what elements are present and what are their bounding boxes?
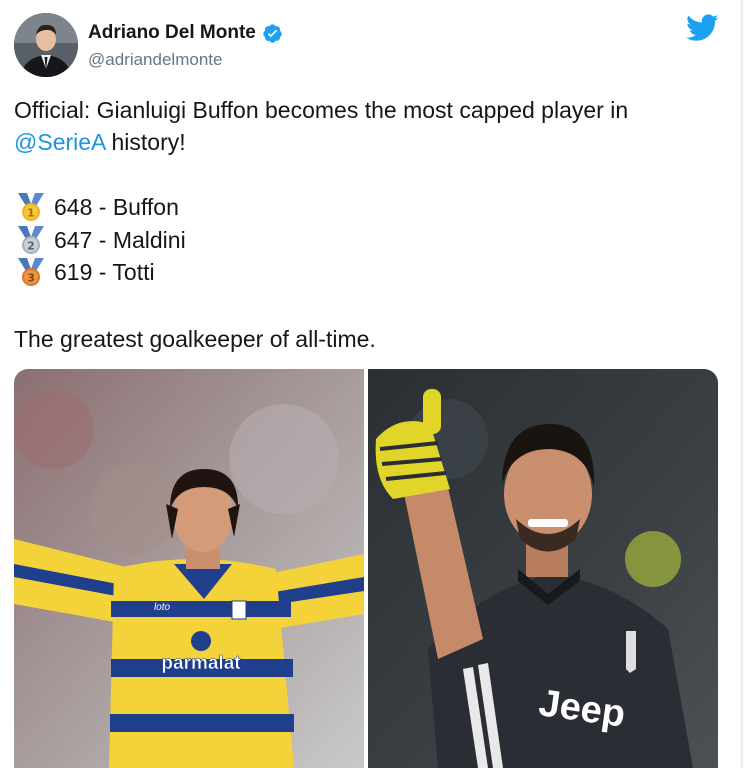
mention-link[interactable]: @SerieA xyxy=(14,129,105,155)
tweet-text-line2: @SerieA history! xyxy=(14,126,721,158)
verified-badge-icon xyxy=(263,23,282,43)
display-name[interactable]: Adriano Del Monte xyxy=(88,22,256,44)
ranking-row-1: 1 648 - Buffon xyxy=(14,192,179,222)
photo-left[interactable]: parmalat loto xyxy=(14,369,364,768)
ranking-row-2: 2 647 - Maldini xyxy=(14,225,186,255)
tweet-text-line1: Official: Gianluigi Buffon becomes the m… xyxy=(14,97,629,123)
jersey-sponsor-text: parmalat xyxy=(161,653,241,674)
ranking-text: 619 - Totti xyxy=(54,258,155,285)
avatar[interactable] xyxy=(14,13,78,77)
ranking-text: 647 - Maldini xyxy=(54,226,186,253)
ranking-text: 648 - Buffon xyxy=(54,193,179,220)
avatar-image xyxy=(14,13,78,77)
tweet-card: Adriano Del Monte @adriandelmonte Offici… xyxy=(0,0,743,768)
photo-juventus-image: Jeep xyxy=(368,369,718,768)
author-name-row[interactable]: Adriano Del Monte xyxy=(88,22,283,44)
tweet-media[interactable]: parmalat loto Jeep xyxy=(14,369,718,768)
medal-number: 3 xyxy=(27,272,35,285)
ranking-row-3: 3 619 - Totti xyxy=(14,257,155,287)
twitter-bird-icon[interactable] xyxy=(686,14,719,42)
medal-number: 2 xyxy=(27,240,35,253)
medal-number: 1 xyxy=(27,207,35,220)
photo-right[interactable]: Jeep xyxy=(368,369,718,768)
photo-parma-image: parmalat loto xyxy=(14,369,364,768)
gold-medal-icon: 1 xyxy=(18,193,44,221)
author-handle[interactable]: @adriandelmonte xyxy=(88,50,222,70)
kit-brand-text: loto xyxy=(154,602,171,613)
bronze-medal-icon: 3 xyxy=(18,258,44,286)
silver-medal-icon: 2 xyxy=(18,226,44,254)
tweet-text-closing: The greatest goalkeeper of all-time. xyxy=(14,326,376,352)
tweet-text-line2-rest: history! xyxy=(105,129,186,155)
